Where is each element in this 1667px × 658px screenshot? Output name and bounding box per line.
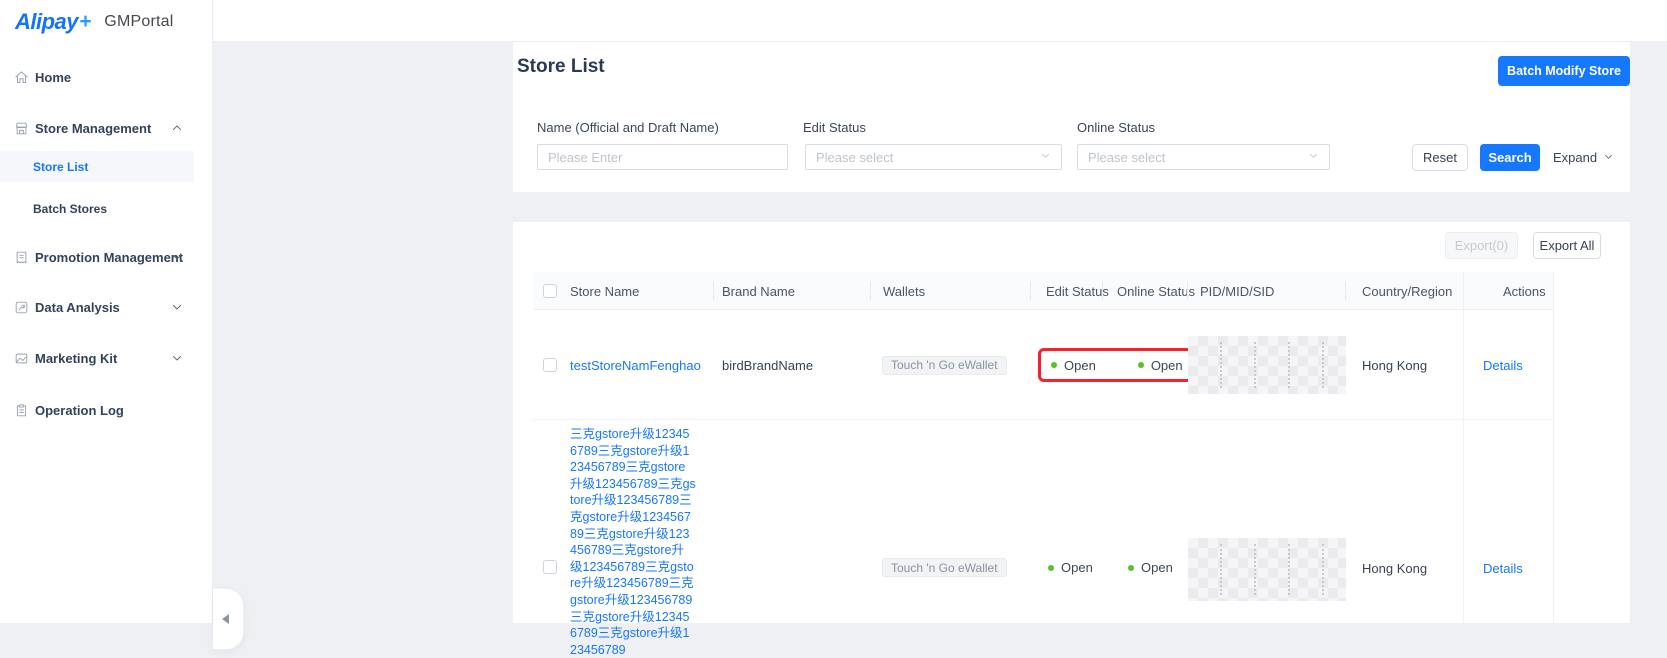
- operation-log-icon: [13, 402, 29, 418]
- sidebar-item-promotion-management[interactable]: Promotion Management: [0, 243, 213, 271]
- store-table: Store Name Brand Name Wallets Edit Statu…: [533, 272, 1553, 623]
- alipay-logo-text: Alipay: [15, 9, 78, 35]
- edit-status-filter-label: Edit Status: [803, 120, 866, 135]
- chevron-down-icon: [171, 352, 183, 364]
- sidebar-item-batch-stores[interactable]: Batch Stores: [0, 193, 194, 224]
- store-name-link[interactable]: testStoreNamFenghao: [570, 358, 701, 373]
- column-header-store-name: Store Name: [570, 272, 639, 310]
- top-bar-divider: [213, 41, 1667, 42]
- sidebar-item-store-management[interactable]: Store Management: [0, 114, 213, 142]
- wallet-tag: Touch 'n Go eWallet: [882, 356, 1007, 375]
- export-selected-button[interactable]: Export(0): [1445, 232, 1518, 259]
- chevron-down-icon: [1603, 150, 1614, 165]
- search-button[interactable]: Search: [1480, 144, 1540, 171]
- pid-mid-sid-redacted: [1188, 538, 1346, 601]
- column-header-country-region: Country/Region: [1362, 272, 1452, 310]
- select-all-checkbox[interactable]: [543, 284, 557, 298]
- app-logo: Alipay+ GMPortal: [15, 10, 173, 34]
- edit-status-cell: Open: [1048, 560, 1093, 575]
- promotion-icon: [13, 249, 29, 265]
- row-checkbox[interactable]: [543, 358, 557, 372]
- store-name-link[interactable]: 三克gstore升级123456789三克gstore升级123456789三克…: [570, 427, 696, 657]
- export-all-button[interactable]: Export All: [1533, 232, 1601, 259]
- select-arrow-icon: [1308, 148, 1319, 166]
- collapse-sidebar-handle[interactable]: [213, 588, 244, 650]
- sidebar-item-operation-log[interactable]: Operation Log: [0, 396, 213, 424]
- chevron-down-icon: [171, 251, 183, 263]
- country-region-cell: Hong Kong: [1362, 561, 1427, 576]
- sidebar-item-home[interactable]: Home: [0, 63, 213, 91]
- name-filter-label: Name (Official and Draft Name): [537, 120, 719, 135]
- alipay-plus-icon: +: [79, 10, 91, 34]
- status-dot-icon: [1138, 362, 1144, 368]
- home-icon: [13, 69, 29, 85]
- sidebar-item-data-analysis[interactable]: Data Analysis: [0, 293, 213, 321]
- portal-name: GMPortal: [104, 13, 173, 31]
- chevron-up-icon: [171, 122, 183, 134]
- sidebar-item-store-list[interactable]: Store List: [0, 151, 194, 182]
- sidebar: Alipay+ GMPortal Home Store Management S…: [0, 0, 213, 623]
- edit-status-select[interactable]: Please select: [805, 144, 1062, 170]
- column-header-actions: Actions: [1503, 272, 1546, 310]
- edit-status-cell: Open: [1051, 358, 1096, 373]
- wallet-tag: Touch 'n Go eWallet: [882, 558, 1007, 577]
- column-header-brand-name: Brand Name: [722, 272, 795, 310]
- highlight-red-box: Open Open: [1038, 348, 1193, 382]
- name-filter-input[interactable]: [537, 144, 788, 170]
- sidebar-item-marketing-kit[interactable]: Marketing Kit: [0, 344, 213, 372]
- table-row: 三克gstore升级123456789三克gstore升级123456789三克…: [533, 420, 1553, 623]
- table-row: testStoreNamFenghao birdBrandName Touch …: [533, 310, 1553, 420]
- online-status-cell: Open: [1138, 358, 1183, 373]
- column-header-pid-mid-sid: PID/MID/SID: [1200, 272, 1274, 310]
- store-list-panel: Store List Batch Modify Store Name (Offi…: [513, 42, 1630, 192]
- top-bar: [0, 0, 1667, 42]
- batch-modify-store-button[interactable]: Batch Modify Store: [1498, 56, 1630, 86]
- chevron-down-icon: [171, 301, 183, 313]
- column-header-online-status: Online Status: [1117, 272, 1195, 310]
- online-status-select[interactable]: Please select: [1077, 144, 1330, 170]
- table-header-row: Store Name Brand Name Wallets Edit Statu…: [533, 272, 1553, 310]
- online-status-cell: Open: [1128, 560, 1173, 575]
- column-header-wallets: Wallets: [883, 272, 925, 310]
- row-checkbox[interactable]: [543, 560, 557, 574]
- details-link[interactable]: Details: [1483, 561, 1523, 576]
- marketing-icon: [13, 350, 29, 366]
- store-icon: [13, 120, 29, 136]
- details-link[interactable]: Details: [1483, 358, 1523, 373]
- reset-button[interactable]: Reset: [1412, 144, 1468, 171]
- status-dot-icon: [1128, 565, 1134, 571]
- status-dot-icon: [1051, 362, 1057, 368]
- data-analysis-icon: [13, 299, 29, 315]
- page-title: Store List: [517, 56, 605, 78]
- select-arrow-icon: [1040, 148, 1051, 166]
- country-region-cell: Hong Kong: [1362, 310, 1427, 420]
- pid-mid-sid-redacted: [1188, 336, 1346, 394]
- expand-filters-toggle[interactable]: Expand: [1553, 144, 1614, 171]
- online-status-filter-label: Online Status: [1077, 120, 1155, 135]
- table-right-border: [1553, 272, 1554, 623]
- status-dot-icon: [1048, 565, 1054, 571]
- column-header-edit-status: Edit Status: [1046, 272, 1109, 310]
- store-table-panel: Export(0) Export All Store Name Brand Na…: [513, 222, 1630, 623]
- brand-name-cell: birdBrandName: [722, 310, 813, 420]
